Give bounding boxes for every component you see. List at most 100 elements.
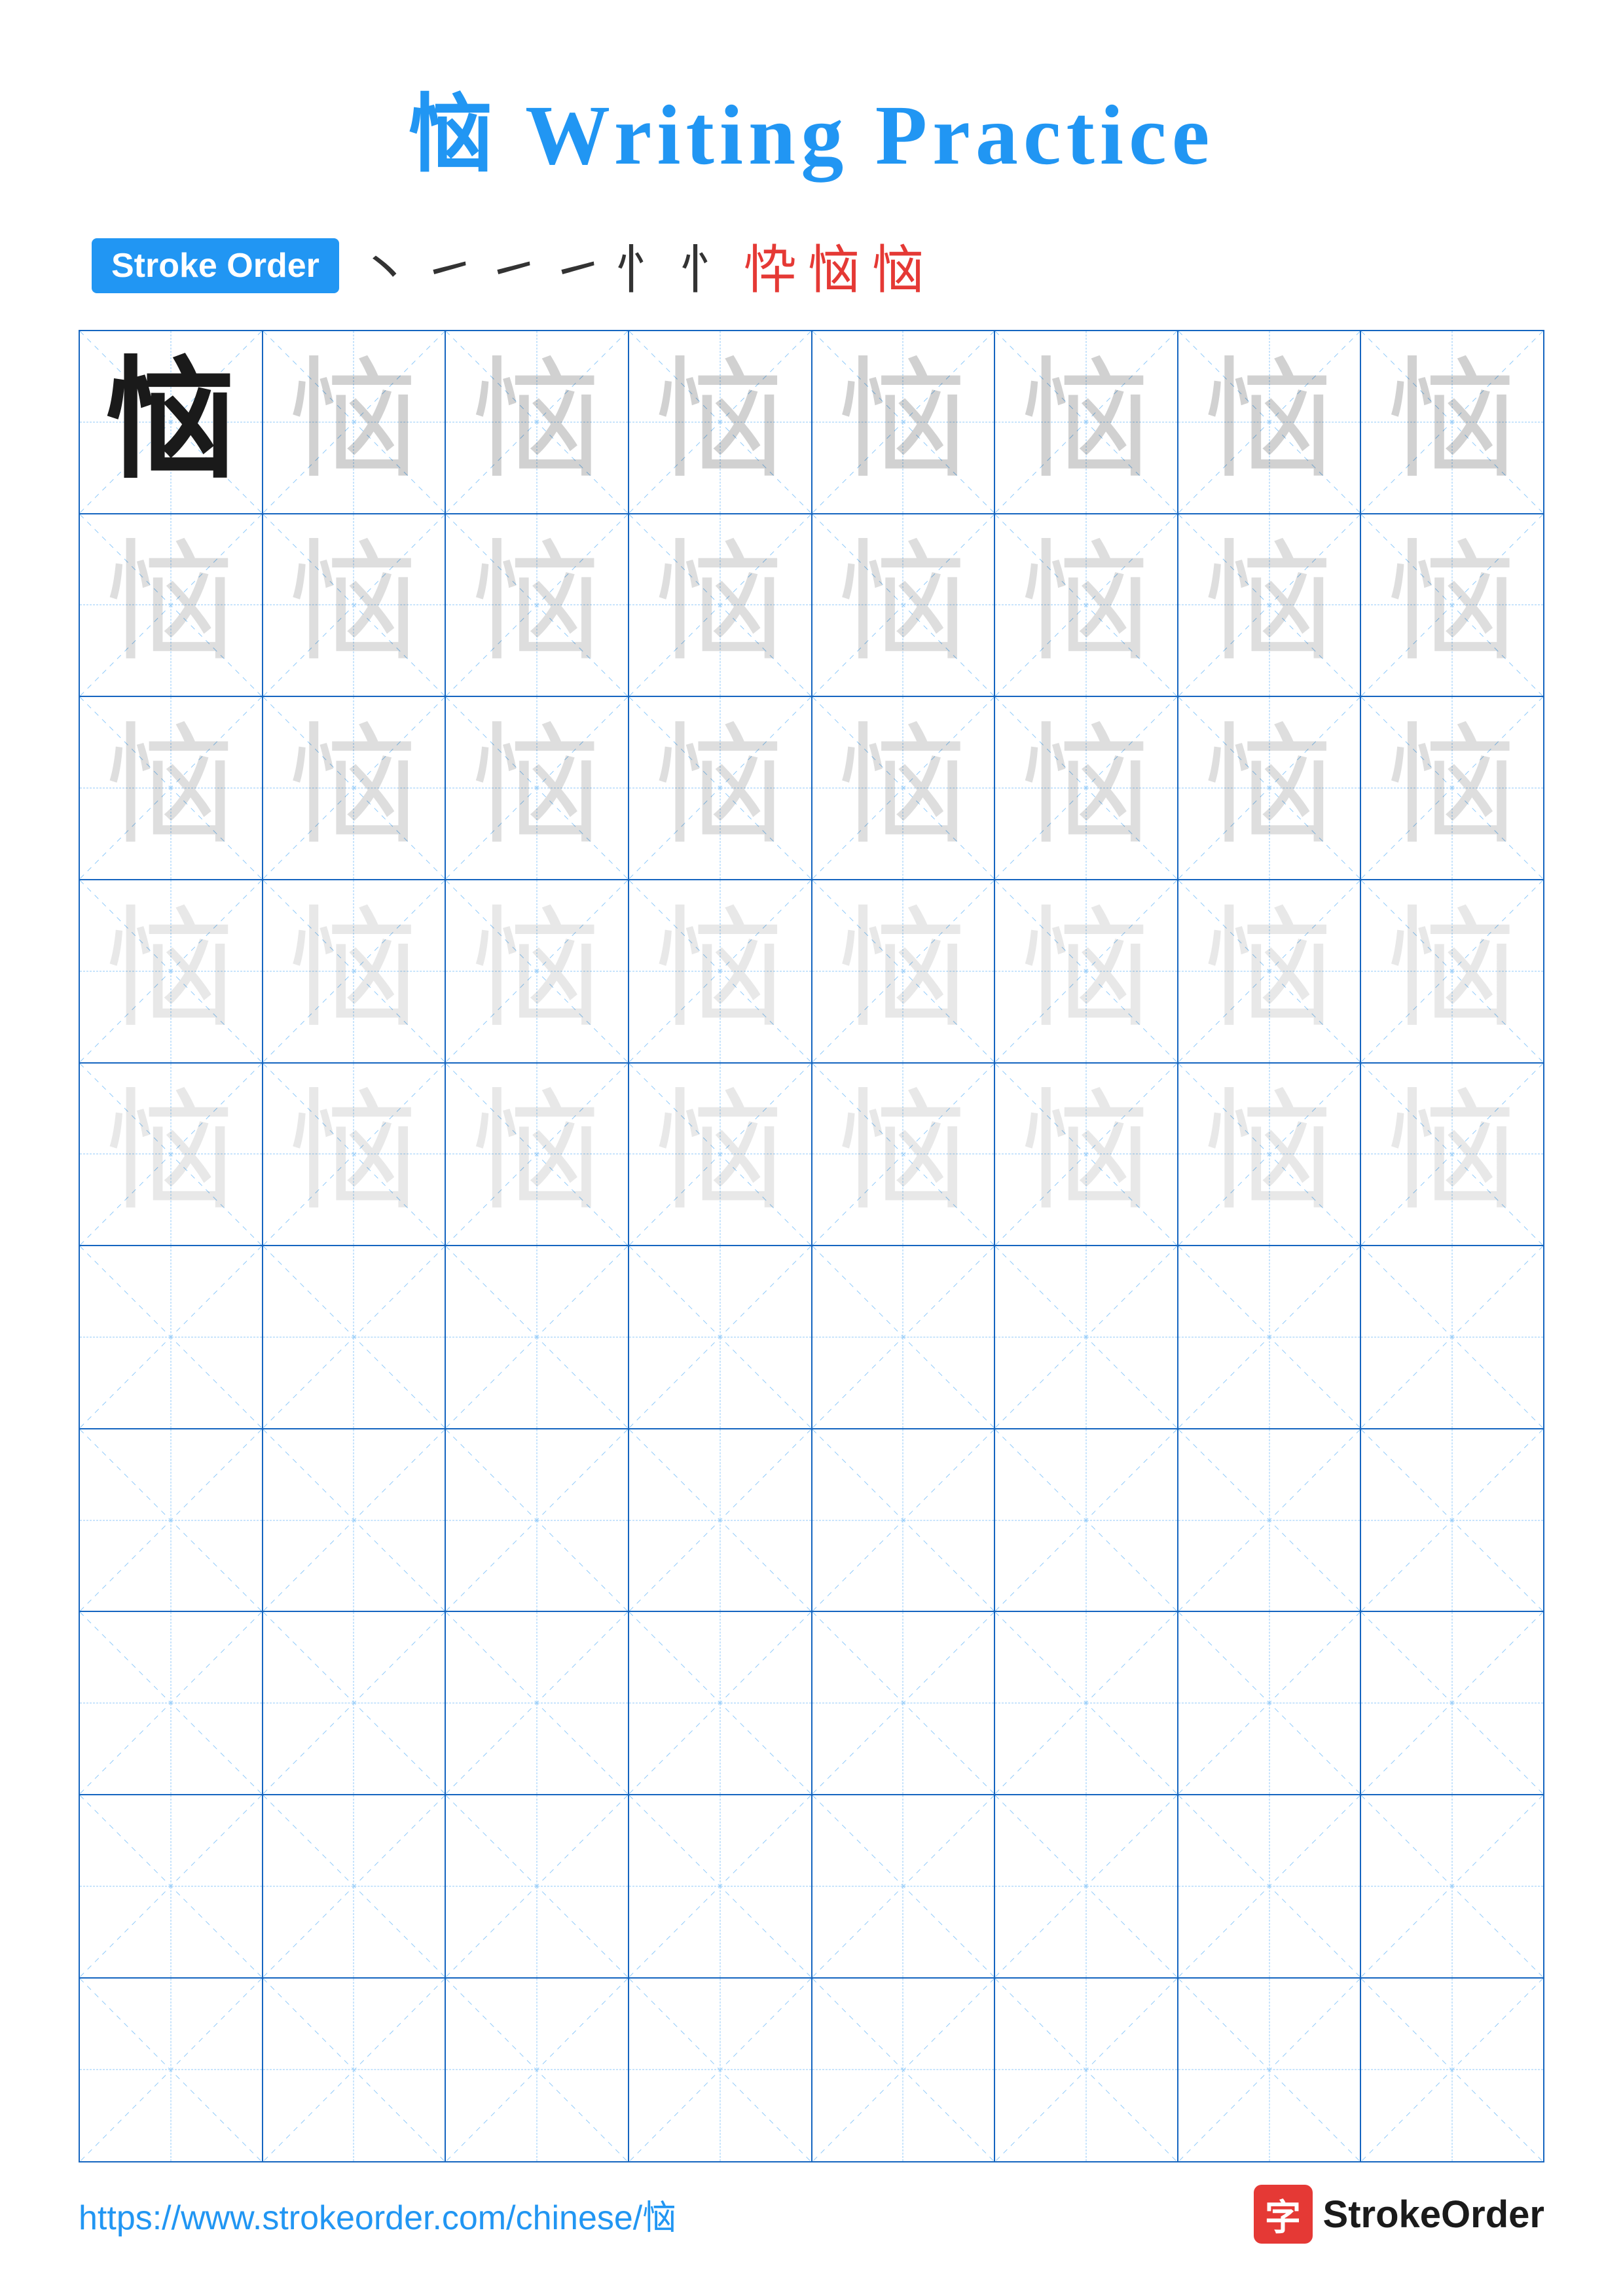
grid-cell-empty[interactable] [80, 1612, 263, 1795]
footer-logo-text: StrokeOrder [1323, 2193, 1544, 2236]
grid-row-7 [80, 1429, 1543, 1613]
grid-cell-empty[interactable] [995, 1979, 1178, 2162]
grid-cell: 恼 [263, 1064, 447, 1247]
grid-cell: 恼 [80, 1064, 263, 1247]
grid-cell-empty[interactable] [629, 1979, 812, 2162]
stroke-3: ㇀ [487, 228, 539, 304]
grid-cell: 恼 [1361, 697, 1543, 880]
char-trace: 恼 [288, 357, 419, 488]
grid-cell: 恼 [995, 697, 1178, 880]
stroke-2: ㇀ [423, 228, 475, 304]
grid-cell-empty[interactable] [263, 1979, 447, 2162]
grid-row-8 [80, 1612, 1543, 1795]
grid-cell-empty[interactable] [1361, 1979, 1543, 2162]
char-trace: 恼 [1021, 906, 1152, 1037]
grid-cell-empty[interactable] [1361, 1429, 1543, 1613]
page-title: 恼 Writing Practice [409, 65, 1215, 188]
grid-cell-empty[interactable] [812, 1612, 996, 1795]
grid-cell: 恼 [1361, 880, 1543, 1064]
grid-cell-empty[interactable] [446, 1246, 629, 1429]
grid-cell: 恼 [1178, 697, 1362, 880]
char-trace: 恼 [1204, 723, 1335, 853]
grid-cell-empty[interactable] [1361, 1612, 1543, 1795]
char-trace: 恼 [837, 539, 968, 670]
char-trace: 恼 [471, 723, 602, 853]
grid-cell-empty[interactable] [1361, 1795, 1543, 1979]
grid-cell: 恼 [263, 880, 447, 1064]
grid-cell-empty[interactable] [812, 1429, 996, 1613]
grid-cell-empty[interactable] [812, 1246, 996, 1429]
grid-cell-empty[interactable] [1178, 1979, 1362, 2162]
footer-logo: 字 StrokeOrder [1254, 2185, 1544, 2244]
char-trace: 恼 [288, 906, 419, 1037]
grid-cell-empty[interactable] [80, 1246, 263, 1429]
grid-cell-empty[interactable] [995, 1246, 1178, 1429]
grid-cell: 恼 [995, 331, 1178, 514]
grid-cell-empty[interactable] [1178, 1612, 1362, 1795]
stroke-7: 忰 [744, 228, 796, 304]
grid-cell-empty[interactable] [1361, 1246, 1543, 1429]
char-trace: 恼 [471, 539, 602, 670]
grid-cell-empty[interactable] [446, 1612, 629, 1795]
char-trace: 恼 [471, 906, 602, 1037]
char-trace: 恼 [655, 357, 786, 488]
char-trace: 恼 [288, 1088, 419, 1219]
grid-cell: 恼 [629, 880, 812, 1064]
grid-cell: 恼 [263, 331, 447, 514]
grid-cell-empty[interactable] [629, 1246, 812, 1429]
grid-cell-empty[interactable] [629, 1429, 812, 1613]
grid-cell-empty[interactable] [995, 1429, 1178, 1613]
grid-cell-empty[interactable] [80, 1795, 263, 1979]
grid-cell-empty[interactable] [263, 1612, 447, 1795]
footer-url[interactable]: https://www.strokeorder.com/chinese/恼 [79, 2190, 676, 2239]
grid-cell: 恼 [1361, 1064, 1543, 1247]
char-trace: 恼 [837, 906, 968, 1037]
grid-cell-empty[interactable] [446, 1795, 629, 1979]
grid-cell: 恼 [446, 697, 629, 880]
grid-cell: 恼 [995, 514, 1178, 698]
grid-cell: 恼 [446, 1064, 629, 1247]
grid-cell-empty[interactable] [1178, 1429, 1362, 1613]
grid-row-5: 恼 恼 恼 恼 恼 恼 恼 [80, 1064, 1543, 1247]
grid-cell-empty[interactable] [629, 1795, 812, 1979]
grid-cell: 恼 [629, 331, 812, 514]
char-trace: 恼 [105, 539, 236, 670]
grid-cell-empty[interactable] [995, 1612, 1178, 1795]
grid-cell-empty[interactable] [812, 1979, 996, 2162]
grid-cell-empty[interactable] [80, 1979, 263, 2162]
grid-cell-empty[interactable] [263, 1429, 447, 1613]
char-trace: 恼 [1387, 539, 1518, 670]
char-trace: 恼 [1021, 723, 1152, 853]
grid-row-1: 恼 恼 恼 恼 恼 恼 恼 [80, 331, 1543, 514]
grid-cell-empty[interactable] [263, 1795, 447, 1979]
stroke-order-badge: Stroke Order [92, 238, 339, 293]
grid-cell: 恼 [80, 514, 263, 698]
grid-cell-empty[interactable] [80, 1429, 263, 1613]
stroke-6: 忄 [680, 228, 732, 304]
grid-cell-empty[interactable] [446, 1979, 629, 2162]
grid-cell-empty[interactable] [812, 1795, 996, 1979]
char-trace: 恼 [1204, 1088, 1335, 1219]
char-trace: 恼 [655, 906, 786, 1037]
grid-cell-empty[interactable] [1178, 1246, 1362, 1429]
grid-cell: 恼 [263, 514, 447, 698]
grid-cell: 恼 [812, 331, 996, 514]
grid-cell: 恼 [995, 880, 1178, 1064]
char-trace: 恼 [288, 539, 419, 670]
grid-cell-empty[interactable] [263, 1246, 447, 1429]
grid-cell: 恼 [446, 514, 629, 698]
stroke-order-row: Stroke Order 丶 ㇀ ㇀ ㇀ 忄 忄 忰 恼 恼 [79, 228, 1544, 304]
grid-cell-empty[interactable] [446, 1429, 629, 1613]
grid-cell-empty[interactable] [995, 1795, 1178, 1979]
grid-cell: 恼 [812, 880, 996, 1064]
char-trace: 恼 [1387, 1088, 1518, 1219]
grid-cell-empty[interactable] [629, 1612, 812, 1795]
char-dark: 恼 [105, 357, 236, 488]
char-trace: 恼 [837, 723, 968, 853]
char-trace: 恼 [471, 357, 602, 488]
grid-cell-empty[interactable] [1178, 1795, 1362, 1979]
grid-row-9 [80, 1795, 1543, 1979]
grid-cell: 恼 [446, 880, 629, 1064]
grid-row-4: 恼 恼 恼 恼 恼 恼 恼 [80, 880, 1543, 1064]
char-trace: 恼 [1021, 539, 1152, 670]
